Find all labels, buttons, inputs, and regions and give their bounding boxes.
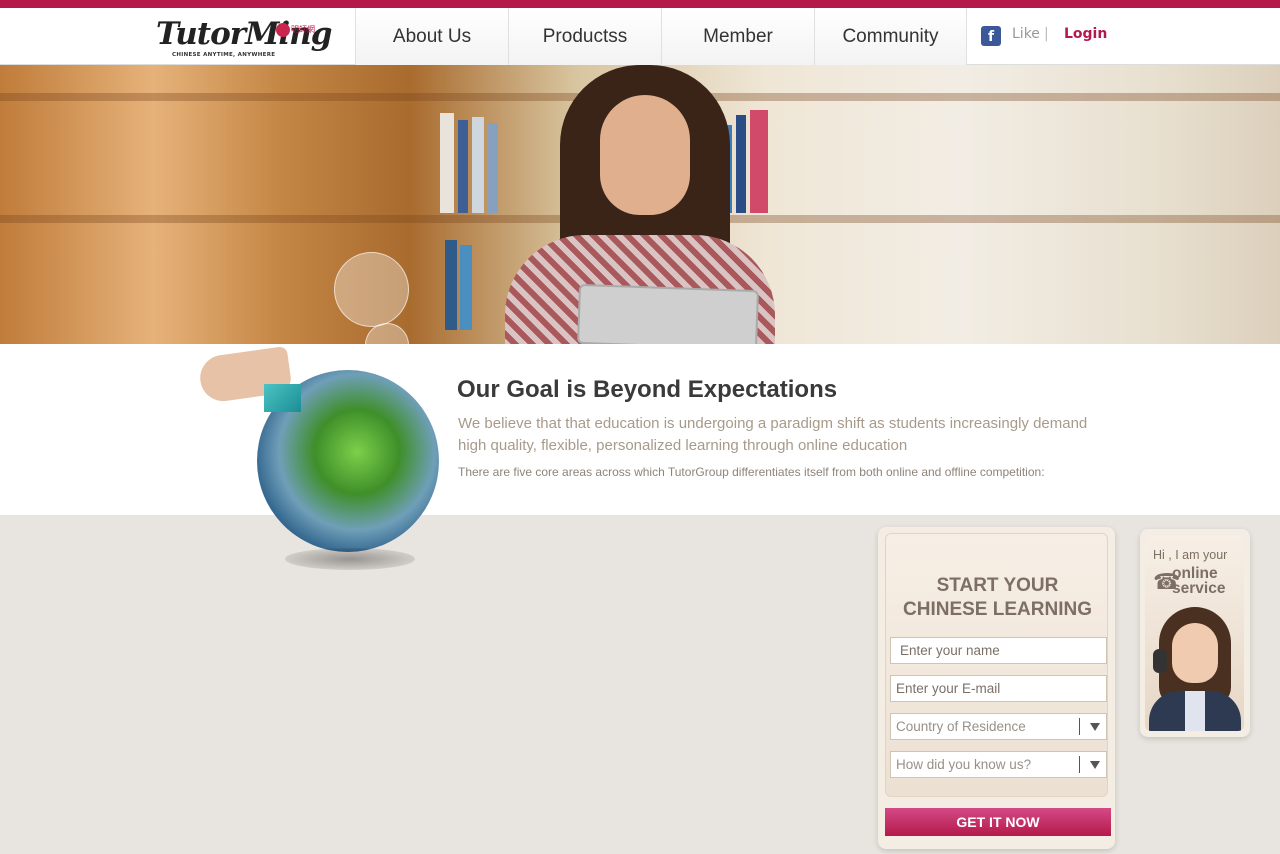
select-divider: [1079, 756, 1080, 773]
email-field[interactable]: Enter your E-mail: [890, 675, 1107, 702]
hero-banner: [0, 65, 1280, 344]
signup-form-panel: START YOUR CHINESE LEARNING Enter your n…: [885, 533, 1108, 797]
get-it-now-button[interactable]: GET IT NOW: [885, 808, 1111, 836]
name-field[interactable]: Enter your name: [890, 637, 1107, 664]
source-select-value: How did you know us?: [896, 757, 1032, 772]
country-select-value: Country of Residence: [896, 719, 1026, 734]
service-greeting: Hi , I am your: [1153, 548, 1228, 562]
service-label-online: online: [1172, 565, 1218, 582]
main-nav: About Us Productss Member Community: [355, 8, 967, 65]
hero-tablet: [577, 283, 759, 344]
nav-member[interactable]: Member: [661, 8, 814, 65]
nav-community[interactable]: Community: [814, 8, 967, 65]
site-header: TutorMing 明師網 CHINESE ANYTIME, ANYWHERE …: [0, 8, 1280, 65]
header-separator: |: [1044, 26, 1049, 42]
country-select[interactable]: Country of Residence: [890, 713, 1107, 740]
goal-subtext: There are five core areas across which T…: [458, 465, 1045, 479]
chevron-down-icon: [1090, 723, 1100, 731]
hero-book: [460, 245, 472, 330]
form-title-line2: CHINESE LEARNING: [903, 599, 1092, 620]
hero-book: [472, 117, 484, 213]
logo-tagline: CHINESE ANYTIME, ANYWHERE: [172, 52, 276, 58]
globe-shadow: [285, 548, 415, 570]
select-divider: [1079, 718, 1080, 735]
cube-illustration: [264, 384, 301, 412]
form-title: START YOUR CHINESE LEARNING: [886, 574, 1109, 622]
hero-book: [440, 113, 454, 213]
nav-about-us[interactable]: About Us: [355, 8, 508, 65]
hero-book: [488, 123, 498, 213]
agent-shirt: [1185, 691, 1205, 731]
form-title-line1: START YOUR: [936, 575, 1059, 596]
logo-chinese-text: 明師網: [291, 25, 315, 34]
hero-book: [458, 120, 468, 213]
like-link[interactable]: Like: [1012, 26, 1040, 42]
goal-title: Our Goal is Beyond Expectations: [457, 376, 838, 403]
hero-book: [750, 110, 768, 213]
top-accent-bar: [0, 0, 1280, 8]
hero-book: [736, 115, 746, 213]
nav-products[interactable]: Productss: [508, 8, 661, 65]
online-service-card[interactable]: Hi , I am your ☎ online service: [1140, 529, 1250, 737]
service-label-service: service: [1172, 580, 1226, 597]
online-service-panel: Hi , I am your ☎ online service: [1145, 535, 1244, 731]
hero-person-face: [600, 95, 690, 215]
login-link[interactable]: Login: [1064, 26, 1107, 42]
facebook-icon[interactable]: f: [981, 26, 1001, 46]
hero-book: [445, 240, 457, 330]
headset-icon: [1153, 649, 1167, 673]
site-logo[interactable]: TutorMing 明師網 CHINESE ANYTIME, ANYWHERE: [156, 14, 332, 62]
source-select[interactable]: How did you know us?: [890, 751, 1107, 778]
service-label: online service: [1172, 565, 1226, 597]
goal-text: We believe that that education is underg…: [458, 415, 1088, 454]
chevron-down-icon: [1090, 761, 1100, 769]
signup-form-card: START YOUR CHINESE LEARNING Enter your n…: [878, 527, 1115, 849]
logo-badge-icon: [276, 23, 290, 37]
hero-bubble: [334, 252, 409, 327]
agent-face: [1172, 623, 1218, 683]
service-agent-avatar: [1145, 601, 1244, 731]
